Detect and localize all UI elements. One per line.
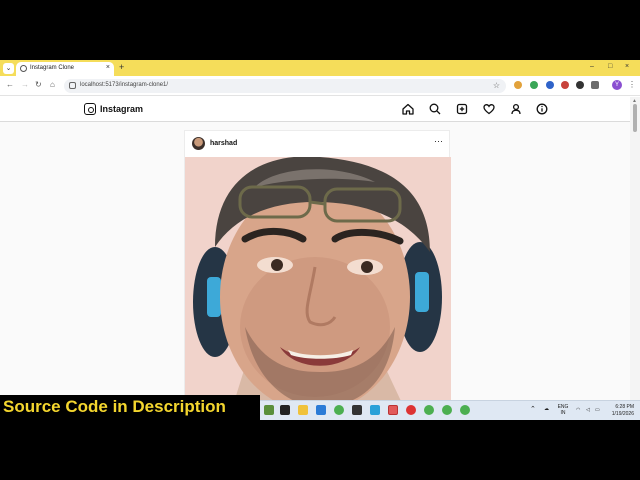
info-icon[interactable] xyxy=(535,102,549,116)
app-icon[interactable] xyxy=(406,405,416,415)
close-window-button[interactable]: × xyxy=(625,63,629,70)
globe-icon xyxy=(20,65,27,72)
user-avatar[interactable] xyxy=(192,137,205,150)
extension-icon[interactable] xyxy=(546,81,554,89)
language-indicator[interactable]: ENG IN xyxy=(556,404,570,416)
post-image[interactable] xyxy=(185,157,451,420)
forward-icon[interactable]: → xyxy=(21,80,29,89)
onedrive-icon[interactable]: ☁ xyxy=(544,406,549,412)
clock-time: 6:28 PM xyxy=(615,404,634,410)
search-icon[interactable] xyxy=(428,102,442,116)
battery-icon[interactable]: ▭ xyxy=(595,407,600,413)
banner-text: Source Code in Description xyxy=(3,397,226,416)
tab-close-button[interactable]: × xyxy=(106,64,110,71)
video-frame: ⌄ Instagram Clone × + – □ × ← → ↻ ⌂ loca… xyxy=(0,0,640,480)
back-icon[interactable]: ← xyxy=(6,80,14,89)
site-info-icon[interactable] xyxy=(69,82,76,89)
app-icon[interactable] xyxy=(370,405,380,415)
instagram-header: Instagram xyxy=(0,97,630,122)
new-tab-button[interactable]: + xyxy=(119,62,124,72)
vscode-icon[interactable] xyxy=(316,405,326,415)
file-explorer-icon[interactable] xyxy=(298,405,308,415)
screen: ⌄ Instagram Clone × + – □ × ← → ↻ ⌂ loca… xyxy=(0,60,640,420)
terminal-icon[interactable] xyxy=(352,405,362,415)
tab-instagram-clone[interactable]: Instagram Clone × xyxy=(16,62,114,76)
maximize-button[interactable]: □ xyxy=(608,63,612,70)
tab-search-button[interactable]: ⌄ xyxy=(3,63,14,74)
profile-avatar[interactable]: Y xyxy=(612,80,622,90)
post-card: harshad ··· xyxy=(184,130,451,420)
browser-toolbar: ← → ↻ ⌂ localhost:5173/instagram-clone1/… xyxy=(0,76,640,96)
browser-tab-strip: ⌄ Instagram Clone × + – □ × xyxy=(0,60,640,76)
extension-icon[interactable] xyxy=(514,81,522,89)
extensions-puzzle-icon[interactable] xyxy=(591,81,599,89)
post-photo-illustration xyxy=(185,157,451,420)
tab-title: Instagram Clone xyxy=(30,65,75,71)
wifi-icon[interactable]: ◠ xyxy=(576,407,580,413)
clock-date: 1/19/2026 xyxy=(611,411,634,417)
home-icon[interactable] xyxy=(401,102,415,116)
bookmark-star-icon[interactable]: ☆ xyxy=(493,81,500,90)
chrome-icon[interactable] xyxy=(334,405,344,415)
widgets-icon[interactable] xyxy=(264,405,274,415)
volume-icon[interactable]: ◁ xyxy=(586,407,590,413)
page-scrollbar[interactable]: ▲ ▼ xyxy=(630,97,640,420)
chrome-icon[interactable] xyxy=(460,405,470,415)
app-icon[interactable] xyxy=(388,405,398,415)
tray-chevron-icon[interactable]: ⌃ xyxy=(530,406,536,413)
taskview-icon[interactable] xyxy=(280,405,290,415)
more-options-icon[interactable]: ··· xyxy=(434,136,443,146)
post-header: harshad ··· xyxy=(185,131,451,157)
browser-menu-icon[interactable]: ⋮ xyxy=(628,80,636,89)
region-code: IN xyxy=(560,410,566,416)
scroll-thumb[interactable] xyxy=(633,104,637,132)
home-page-icon[interactable]: ⌂ xyxy=(50,80,55,89)
create-post-icon[interactable] xyxy=(455,102,469,116)
chrome-icon[interactable] xyxy=(442,405,452,415)
system-clock[interactable]: 6:28 PM 1/19/2026 xyxy=(604,404,634,418)
extension-icon[interactable] xyxy=(561,81,569,89)
instagram-logo-icon[interactable] xyxy=(84,103,96,115)
address-bar[interactable]: localhost:5173/instagram-clone1/ ☆ xyxy=(64,79,506,93)
minimize-button[interactable]: – xyxy=(590,63,594,70)
reload-icon[interactable]: ↻ xyxy=(35,80,42,89)
extension-icon[interactable] xyxy=(576,81,584,89)
heart-icon[interactable] xyxy=(482,102,496,116)
brand-name[interactable]: Instagram xyxy=(100,104,143,114)
url-text: localhost:5173/instagram-clone1/ xyxy=(80,82,169,88)
caption-banner: Source Code in Description xyxy=(0,395,260,420)
extension-icon[interactable] xyxy=(530,81,538,89)
profile-icon[interactable] xyxy=(509,102,523,116)
feed: harshad ··· xyxy=(0,122,630,420)
post-username[interactable]: harshad xyxy=(210,140,237,147)
chrome-icon[interactable] xyxy=(424,405,434,415)
